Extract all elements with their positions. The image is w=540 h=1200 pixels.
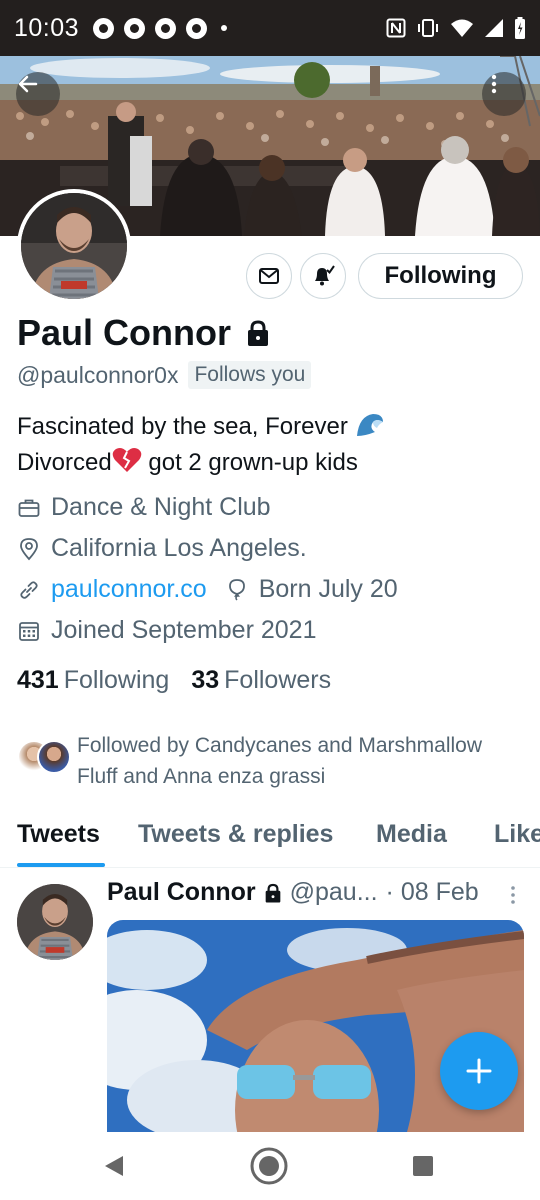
more-options-button[interactable] (482, 72, 526, 116)
tweet-author-name[interactable]: Paul Connor (107, 878, 256, 907)
bio-line-2b: got 2 grown-up kids (148, 449, 358, 476)
joined-text: Joined September 2021 (51, 616, 317, 644)
briefcase-icon (18, 499, 40, 517)
message-button[interactable] (246, 253, 292, 299)
arrow-left-icon (18, 75, 38, 93)
more-vertical-icon (491, 74, 497, 94)
system-navigation-bar (0, 1132, 540, 1200)
tweet-more-button[interactable] (506, 884, 520, 911)
category-text: Dance & Night Club (51, 493, 271, 521)
chrome-icon (155, 17, 177, 39)
envelope-icon (259, 268, 279, 284)
bio-line-1-text: Fascinated by the sea, Forever (17, 413, 348, 440)
birthday-text: Born July 20 (258, 575, 398, 603)
notification-dot (221, 25, 228, 31)
wave-emoji-icon (356, 414, 383, 436)
chrome-icon (124, 17, 146, 39)
battery-icon (515, 17, 525, 39)
profile-tabs: Tweets Tweets & replies Media Likes (0, 806, 540, 868)
nfc-icon (386, 18, 406, 38)
followers-count-link[interactable]: 33 Followers (191, 666, 331, 695)
tab-tweets[interactable]: Tweets (17, 820, 100, 849)
following-button[interactable]: Following (358, 253, 523, 299)
bio-line-2: Divorced got 2 grown-up kids (17, 445, 527, 481)
balloon-icon (228, 578, 245, 601)
vibrate-icon (418, 19, 438, 37)
more-vertical-icon (511, 886, 515, 904)
status-time: 10:03 (14, 13, 80, 42)
avatar (37, 740, 71, 774)
notifications-button[interactable] (300, 253, 346, 299)
tweet-avatar[interactable] (17, 884, 93, 960)
profile-bio: Fascinated by the sea, Forever Divorced … (17, 409, 527, 481)
system-icons (386, 17, 526, 39)
nav-home-button[interactable] (249, 1146, 289, 1186)
lock-icon (248, 320, 268, 346)
notification-icons (93, 17, 228, 39)
broken-heart-emoji-icon (112, 448, 141, 472)
followed-by[interactable]: Followed by Candycanes and Marshmallow F… (17, 730, 517, 792)
signal-icon (485, 19, 503, 37)
profile-name-text: Paul Connor (17, 312, 231, 353)
following-count: 431 (17, 666, 59, 694)
joined-row: Joined September 2021 (17, 616, 316, 645)
location-text: California Los Angeles. (51, 534, 307, 562)
follow-counts: 431 Following 33 Followers (17, 666, 331, 695)
plus-icon (466, 1058, 492, 1084)
followers-count: 33 (191, 666, 220, 694)
chrome-icon (93, 17, 115, 39)
active-tab-indicator (17, 863, 105, 867)
category-row: Dance & Night Club (17, 493, 271, 522)
tweet-author-handle: @pau... (289, 878, 378, 906)
avatar-image (21, 193, 127, 299)
triangle-back-icon (105, 1156, 123, 1176)
chrome-icon (186, 17, 208, 39)
website-birthday-row: paulconnor.co Born July 20 (17, 575, 398, 604)
compose-tweet-button[interactable] (440, 1032, 518, 1110)
following-count-link[interactable]: 431 Following (17, 666, 169, 695)
profile-handle-row: @paulconnor0x Follows you (17, 361, 312, 389)
back-button[interactable] (16, 72, 60, 116)
followers-label: Followers (224, 666, 332, 694)
followed-by-text: Followed by Candycanes and Marshmallow F… (77, 734, 483, 788)
following-label: Following (63, 666, 170, 694)
location-pin-icon (20, 537, 38, 560)
square-recents-icon (413, 1156, 433, 1176)
status-bar: 10:03 (0, 0, 540, 56)
follows-you-badge: Follows you (188, 361, 312, 389)
tweet-header: Paul Connor @pau... · 08 Feb (107, 878, 479, 907)
circle-home-icon (250, 1147, 288, 1185)
avatar-image (17, 884, 93, 960)
location-row: California Los Angeles. (17, 534, 307, 563)
tab-media[interactable]: Media (376, 820, 447, 849)
tab-tweets-replies[interactable]: Tweets & replies (138, 820, 333, 849)
website-link[interactable]: paulconnor.co (51, 575, 207, 604)
tweet-date: · 08 Feb (385, 878, 479, 906)
nav-back-button[interactable] (94, 1146, 134, 1186)
profile-avatar[interactable] (17, 189, 131, 303)
calendar-icon (19, 621, 39, 641)
tab-likes[interactable]: Likes (494, 820, 540, 849)
profile-name: Paul Connor (17, 312, 273, 354)
bio-line-2a: Divorced (17, 449, 112, 476)
wifi-icon (451, 19, 473, 37)
profile-handle: @paulconnor0x (17, 361, 179, 388)
mutual-avatars (17, 740, 73, 780)
bio-line-1: Fascinated by the sea, Forever (17, 409, 527, 445)
bell-check-icon (315, 265, 335, 286)
lock-icon (265, 883, 280, 903)
nav-recents-button[interactable] (403, 1146, 443, 1186)
link-icon (20, 580, 38, 599)
